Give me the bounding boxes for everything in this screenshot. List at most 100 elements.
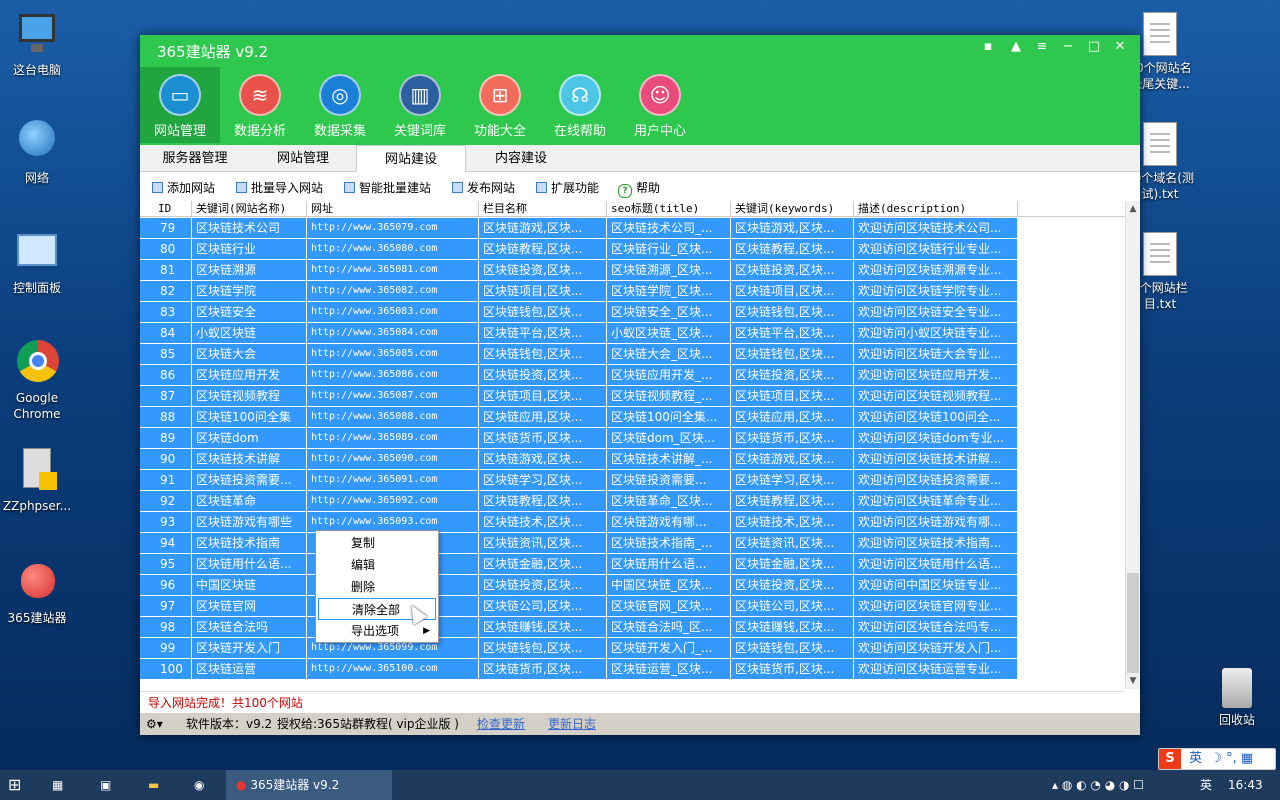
settings-icon[interactable]: ⚙▾ bbox=[146, 713, 163, 735]
vertical-scrollbar[interactable]: ▲ ▼ bbox=[1125, 201, 1140, 689]
table-row[interactable]: 82 区块链学院 http://www.365082.com 区块链项目,区块... 区… bbox=[140, 281, 1125, 302]
table-row[interactable]: 87 区块链视频教程 http://www.365087.com 区块链项目,区块..… bbox=[140, 386, 1125, 407]
table-row[interactable]: 92 区块链革命 http://www.365092.com 区块链教程,区块... 区… bbox=[140, 491, 1125, 512]
check-update-link[interactable]: 检查更新 bbox=[477, 713, 525, 735]
menu-item-copy[interactable]: 复制 bbox=[316, 532, 438, 554]
table-cell: 区块链项目,区块... bbox=[731, 386, 854, 407]
column-header[interactable]: 栏目名称 bbox=[479, 201, 607, 217]
smart-build-button[interactable]: 智能批量建站 bbox=[344, 179, 431, 196]
close-button[interactable]: ✕ bbox=[1110, 39, 1130, 54]
scroll-thumb[interactable] bbox=[1127, 573, 1139, 673]
ime-toolbar[interactable]: S 英 ☽ °, ▦ bbox=[1158, 748, 1276, 770]
table-cell: 中国区块链_区块... bbox=[607, 575, 731, 596]
table-cell: 区块链运营 bbox=[192, 659, 307, 680]
table-row[interactable]: 98 区块链合法吗 区块链赚钱,区块... 区块链合法吗_区... 区块链赚钱,区块..… bbox=[140, 617, 1125, 638]
column-header[interactable]: seo标题(title) bbox=[607, 201, 731, 217]
table-row[interactable]: 97 区块链官网 区块链公司,区块... 区块链官网_区块... 区块链公司,区块...… bbox=[140, 596, 1125, 617]
column-header[interactable]: 关键词(网站名称) bbox=[192, 201, 307, 217]
table-row[interactable]: 84 小蚁区块链 http://www.365084.com 区块链平台,区块... 小… bbox=[140, 323, 1125, 344]
column-header[interactable]: 网址 bbox=[307, 201, 479, 217]
batch-import-button[interactable]: 批量导入网站 bbox=[236, 179, 323, 196]
tab-server-management[interactable]: 服务器管理 bbox=[140, 145, 250, 172]
table-row[interactable]: 80 区块链行业 http://www.365080.com 区块链教程,区块... 区… bbox=[140, 239, 1125, 260]
table-cell: 小蚁区块链 bbox=[192, 323, 307, 344]
table-row[interactable]: 88 区块链100问全集 http://www.365088.com 区块链应用,区块… bbox=[140, 407, 1125, 428]
table-cell: 84 bbox=[140, 323, 192, 344]
table-cell: 区块链资讯,区块... bbox=[479, 533, 607, 554]
nav-features[interactable]: ⊞ 功能大全 bbox=[460, 67, 540, 143]
table-cell: 欢迎访问区块链用什么语... bbox=[854, 554, 1018, 575]
table-row[interactable]: 91 区块链投资需要... http://www.365091.com 区块链学习,区… bbox=[140, 470, 1125, 491]
tab-content-building[interactable]: 内容建设 bbox=[466, 145, 576, 172]
clock[interactable]: 16:43 bbox=[1228, 770, 1263, 800]
scroll-up-icon[interactable]: ▲ bbox=[1126, 201, 1140, 217]
publish-site-button[interactable]: 发布网站 bbox=[452, 179, 515, 196]
tab-site-building[interactable]: 网站建设 bbox=[356, 145, 466, 172]
tray-lang[interactable]: 英 bbox=[1200, 770, 1212, 800]
headset-icon: ☊ bbox=[559, 74, 601, 116]
tab-site-management[interactable]: 网站管理 bbox=[248, 145, 358, 172]
nav-data-collection[interactable]: ◎ 数据采集 bbox=[300, 67, 380, 143]
table-cell: 区块链平台,区块... bbox=[479, 323, 607, 344]
table-row[interactable]: 81 区块链溯源 http://www.365081.com 区块链投资,区块... 区… bbox=[140, 260, 1125, 281]
column-header[interactable]: 关键词(keywords) bbox=[731, 201, 854, 217]
chrome-taskbar-icon[interactable]: ◉ bbox=[194, 770, 214, 800]
folder-icon[interactable]: ▬ bbox=[148, 770, 168, 800]
table-row[interactable]: 85 区块链大会 http://www.365085.com 区块链钱包,区块... 区… bbox=[140, 344, 1125, 365]
desktop-icon-recycle-bin[interactable]: 回收站 bbox=[1201, 668, 1273, 728]
table-row[interactable]: 100 区块链运营 http://www.365100.com 区块链货币,区块...… bbox=[140, 659, 1125, 680]
table-cell: 99 bbox=[140, 638, 192, 659]
table-row[interactable]: 95 区块链用什么语... 区块链金融,区块... 区块链用什么语... 区块链金融,区… bbox=[140, 554, 1125, 575]
nav-data-analysis[interactable]: ≋ 数据分析 bbox=[220, 67, 300, 143]
taskbar-app-label: 365建站器 v9.2 bbox=[250, 778, 340, 792]
desktop-label: 这台电脑 bbox=[12, 63, 61, 77]
nav-keyword-library[interactable]: ▥ 关键词库 bbox=[380, 67, 460, 143]
nav-user-center[interactable]: ☺ 用户中心 bbox=[620, 67, 700, 143]
maximize-button[interactable]: □ bbox=[1084, 39, 1104, 54]
add-icon bbox=[152, 182, 163, 193]
table-cell: 区块链官网 bbox=[192, 596, 307, 617]
table-row[interactable]: 89 区块链dom http://www.365089.com 区块链货币,区块...… bbox=[140, 428, 1125, 449]
menu-item-edit[interactable]: 编辑 bbox=[316, 554, 438, 576]
taskbar-pin-1[interactable]: ▦ bbox=[52, 770, 72, 800]
table-row[interactable]: 83 区块链安全 http://www.365083.com 区块链钱包,区块... 区… bbox=[140, 302, 1125, 323]
tray-icons[interactable]: ▴ ◍ ◐ ◔ ◕ ◑ ☐ bbox=[1052, 770, 1144, 800]
add-site-button[interactable]: 添加网站 bbox=[152, 179, 215, 196]
menu-item-delete[interactable]: 删除 bbox=[316, 576, 438, 598]
menu-item-label: 导出选项 bbox=[351, 624, 400, 638]
taskbar-pin-2[interactable]: ▣ bbox=[100, 770, 120, 800]
taskbar-app-365[interactable]: ● 365建站器 v9.2 bbox=[226, 770, 392, 800]
column-header[interactable]: ID bbox=[140, 201, 192, 217]
table-row[interactable]: 99 区块链开发入门 http://www.365099.com 区块链钱包,区块..… bbox=[140, 638, 1125, 659]
nav-online-help[interactable]: ☊ 在线帮助 bbox=[540, 67, 620, 143]
table-cell: 欢迎访问区块链应用开发... bbox=[854, 365, 1018, 386]
desktop-icon-zzphpserver[interactable]: ZZphpser... bbox=[0, 446, 77, 514]
desktop-icon-network[interactable]: 网络 bbox=[0, 118, 77, 186]
table-row[interactable]: 90 区块链技术讲解 http://www.365090.com 区块链游戏,区块..… bbox=[140, 449, 1125, 470]
scroll-down-icon[interactable]: ▼ bbox=[1126, 673, 1140, 689]
button-label: 添加网站 bbox=[167, 181, 216, 195]
skin-icon[interactable]: ▲ bbox=[1006, 39, 1026, 54]
desktop-icon-this-pc[interactable]: 这台电脑 bbox=[0, 10, 77, 78]
ime-icons: ☽ °, ▦ bbox=[1210, 751, 1254, 766]
table-cell: 79 bbox=[140, 218, 192, 239]
minimize-button[interactable]: − bbox=[1058, 39, 1078, 54]
table-row[interactable]: 93 区块链游戏有哪些 http://www.365093.com 区块链技术,区块.… bbox=[140, 512, 1125, 533]
column-header[interactable]: 描述(description) bbox=[854, 201, 1018, 217]
start-button[interactable]: ⊞ bbox=[8, 770, 32, 800]
table-row[interactable]: 94 区块链技术指南 区块链资讯,区块... 区块链技术指南_... 区块链资讯,区块.… bbox=[140, 533, 1125, 554]
help-button[interactable]: ? 帮助 bbox=[618, 179, 660, 198]
desktop-icon-control-panel[interactable]: 控制面板 bbox=[0, 228, 77, 296]
menu-icon[interactable]: ≡ bbox=[1032, 39, 1052, 54]
nav-site-management[interactable]: ▭ 网站管理 bbox=[140, 67, 220, 143]
desktop-icon-chrome[interactable]: Google Chrome bbox=[0, 338, 77, 422]
changelog-link[interactable]: 更新日志 bbox=[548, 713, 596, 735]
feedback-icon[interactable]: ▪ bbox=[978, 39, 998, 54]
help-icon: ? bbox=[618, 184, 632, 198]
table-row[interactable]: 79 区块链技术公司 http://www.365079.com 区块链游戏,区块..… bbox=[140, 218, 1125, 239]
desktop-icon-365[interactable]: 365建站器 bbox=[0, 558, 77, 626]
table-row[interactable]: 86 区块链应用开发 http://www.365086.com 区块链投资,区块..… bbox=[140, 365, 1125, 386]
table-row[interactable]: 96 中国区块链 区块链投资,区块... 中国区块链_区块... 区块链投资,区块...… bbox=[140, 575, 1125, 596]
extensions-button[interactable]: 扩展功能 bbox=[536, 179, 599, 196]
menu-item-export[interactable]: 导出选项 ▶ bbox=[316, 620, 438, 642]
